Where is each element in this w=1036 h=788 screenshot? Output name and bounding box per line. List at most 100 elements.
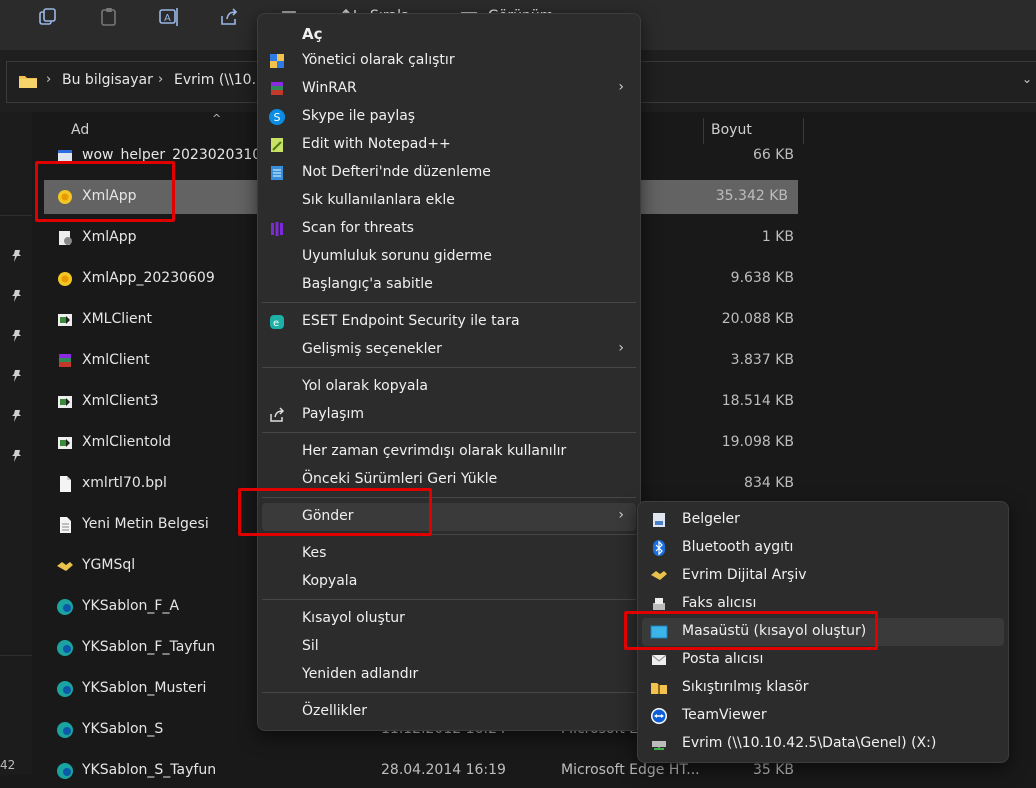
chevron-right-icon: › [158, 72, 164, 87]
menu-separator [262, 367, 636, 368]
breadcrumb-this-pc[interactable]: Bu bilgisayar [62, 72, 153, 88]
menu-item-13[interactable]: Paylaşım [262, 401, 636, 429]
menu-item-label: Yönetici olarak çalıştır [302, 52, 455, 68]
svg-text:S: S [274, 111, 281, 124]
breadcrumb-evrim[interactable]: Evrim (\\10.1 [174, 72, 265, 88]
share-icon[interactable] [218, 6, 240, 28]
copy-icon[interactable] [36, 6, 58, 28]
file-name: xmlrtl70.bpl [82, 475, 167, 491]
highlight-selected-file [35, 161, 175, 222]
chevron-right-icon: › [46, 72, 52, 87]
menu-item-7[interactable]: Scan for threats [262, 215, 636, 243]
menu-item-19[interactable]: Kısayol oluştur [262, 605, 636, 633]
exe-icon [58, 396, 72, 408]
menu-separator [262, 692, 636, 693]
menu-item-5[interactable]: Not Defteri'nde düzenleme [262, 159, 636, 187]
send-to-item-label: TeamViewer [682, 707, 767, 723]
highlight-desktop-shortcut [624, 611, 878, 650]
send-to-item-5[interactable]: Posta alıcısı [642, 646, 1004, 674]
exe-icon [58, 314, 72, 326]
send-to-item-label: Bluetooth aygıtı [682, 539, 794, 555]
file-name: XMLClient [82, 311, 152, 327]
menu-item-2[interactable]: WinRAR › [262, 75, 636, 103]
menu-item-12[interactable]: Yol olarak kopyala [262, 373, 636, 401]
column-header-size[interactable]: Boyut [711, 122, 752, 138]
winrar-icon [59, 354, 71, 367]
menu-item-10[interactable]: e ESET Endpoint Security ile tara [262, 308, 636, 336]
menu-item-11[interactable]: Gelişmiş seçenekler › [262, 336, 636, 364]
file-size: 35.342 KB [715, 188, 788, 204]
folder-icon [19, 76, 37, 88]
documents-icon [653, 513, 665, 527]
file-size: 35 KB [752, 762, 794, 778]
menu-item-6[interactable]: Sık kullanılanlara ekle [262, 187, 636, 215]
pin-icon[interactable] [10, 329, 24, 343]
menu-item-label: Uyumluluk sorunu giderme [302, 248, 492, 264]
send-to-item-6[interactable]: Sıkıştırılmış klasör [642, 674, 1004, 702]
menu-item-8[interactable]: Uyumluluk sorunu giderme [262, 243, 636, 271]
chevron-down-icon[interactable]: ⌄ [1022, 72, 1032, 86]
chevron-right-icon: › [618, 79, 624, 95]
menu-item-0[interactable]: Aç [262, 20, 636, 48]
shield-icon [270, 54, 284, 68]
bluetooth-icon [653, 540, 665, 556]
send-to-item-7[interactable]: TeamViewer [642, 702, 1004, 730]
send-to-item-label: Posta alıcısı [682, 651, 764, 667]
file-size: 9.638 KB [730, 270, 794, 286]
notepad-icon [271, 166, 283, 180]
menu-item-17[interactable]: Kes [262, 540, 636, 568]
column-header-name[interactable]: Ad [71, 122, 89, 138]
sort-up-icon: ^ [212, 112, 222, 125]
send-to-item-1[interactable]: Bluetooth aygıtı [642, 534, 1004, 562]
rename-icon[interactable]: A [158, 6, 180, 28]
pin-icon[interactable] [10, 369, 24, 383]
menu-item-label: Her zaman çevrimdışı olarak kullanılır [302, 443, 567, 459]
menu-item-label: Sil [302, 638, 319, 654]
navigation-pane [0, 112, 32, 775]
menu-item-21[interactable]: Yeniden adlandır [262, 661, 636, 689]
chevron-right-icon: › [618, 340, 624, 356]
send-to-item-8[interactable]: Evrim (\\10.10.42.5\Data\Genel) (X:) [642, 730, 1004, 758]
menu-item-22[interactable]: Özellikler [262, 698, 636, 726]
menu-item-20[interactable]: Sil [262, 633, 636, 661]
file-name: XmlApp [82, 229, 137, 245]
menu-item-9[interactable]: Başlangıç'a sabitle [262, 271, 636, 299]
pin-icon[interactable] [10, 409, 24, 423]
send-to-item-2[interactable]: Evrim Dijital Arşiv [642, 562, 1004, 590]
send-to-item-label: Evrim Dijital Arşiv [682, 567, 807, 583]
paste-icon[interactable] [98, 6, 120, 28]
file-size: 834 KB [744, 475, 794, 491]
file-size: 66 KB [752, 147, 794, 163]
scan-icon [271, 222, 283, 236]
file-name: Yeni Metin Belgesi [82, 516, 209, 532]
file-icon [60, 476, 71, 492]
menu-item-18[interactable]: Kopyala [262, 568, 636, 596]
menu-separator [262, 599, 636, 600]
pin-icon[interactable] [10, 449, 24, 463]
menu-item-3[interactable]: S Skype ile paylaş [262, 103, 636, 131]
send-to-item-label: Sıkıştırılmış klasör [682, 679, 809, 695]
file-size: 19.098 KB [721, 434, 794, 450]
menu-item-label: Aç [302, 25, 323, 43]
file-name: YGMSql [82, 557, 136, 573]
menu-item-label: Yeniden adlandır [302, 666, 419, 682]
menu-item-14[interactable]: Her zaman çevrimdışı olarak kullanılır [262, 438, 636, 466]
edge-icon [57, 640, 73, 656]
menu-item-1[interactable]: Yönetici olarak çalıştır [262, 47, 636, 75]
send-to-item-0[interactable]: Belgeler [642, 506, 1004, 534]
skype-icon: S [269, 109, 285, 125]
file-size: 20.088 KB [721, 311, 794, 327]
menu-item-label: ESET Endpoint Security ile tara [302, 313, 520, 329]
file-date: 28.04.2014 16:19 [381, 762, 506, 778]
zip-folder-icon [651, 683, 667, 694]
pin-icon[interactable] [10, 249, 24, 263]
menu-item-label: Kes [302, 545, 327, 561]
handshake-icon [57, 562, 73, 571]
menu-item-4[interactable]: Edit with Notepad++ [262, 131, 636, 159]
text-file-icon [60, 517, 71, 533]
file-name: XmlClient3 [82, 393, 159, 409]
xmlapp-icon [58, 272, 72, 286]
archive-icon [651, 571, 667, 580]
menu-item-label: Edit with Notepad++ [302, 136, 451, 152]
pin-icon[interactable] [10, 289, 24, 303]
